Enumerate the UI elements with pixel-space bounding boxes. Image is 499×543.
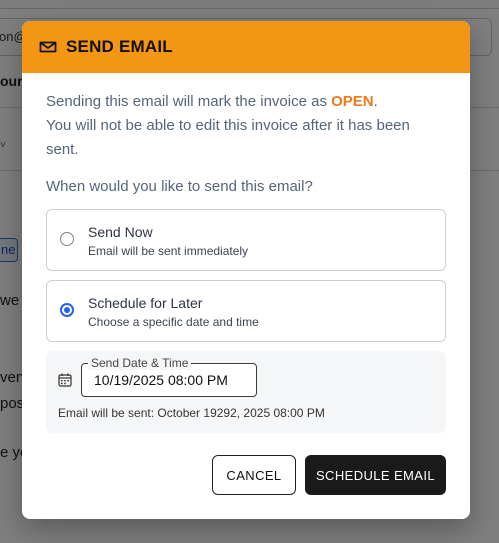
schedule-later-subtitle: Choose a specific date and time	[88, 315, 259, 329]
dialog-actions: CANCEL SCHEDULE EMAIL	[212, 455, 446, 495]
send-now-radio[interactable]	[60, 232, 74, 246]
send-now-subtitle: Email will be sent immediately	[88, 244, 249, 258]
warning-text: Sending this email will mark the invoice…	[46, 90, 446, 162]
status-word: OPEN	[331, 93, 374, 110]
warning-suffix: .	[373, 93, 378, 110]
warning-prefix: Sending this email will mark the invoice…	[46, 93, 332, 110]
warning-line-2: You will not be able to edit this invoic…	[46, 117, 410, 158]
send-now-title: Send Now	[88, 224, 153, 240]
option-schedule-later[interactable]: Schedule for Later Choose a specific dat…	[46, 280, 446, 342]
send-email-dialog: SEND EMAIL Sending this email will mark …	[22, 21, 470, 519]
schedule-email-button[interactable]: SCHEDULE EMAIL	[305, 455, 446, 495]
schedule-panel: Send Date & Time Email will be sent: Oct…	[46, 351, 446, 433]
dialog-title: SEND EMAIL	[66, 37, 173, 56]
send-datetime-input[interactable]	[94, 372, 244, 388]
option-send-now[interactable]: Send Now Email will be sent immediately	[46, 209, 446, 271]
send-datetime-label: Send Date & Time	[88, 356, 192, 370]
send-datetime-field[interactable]: Send Date & Time	[81, 356, 257, 397]
calendar-icon[interactable]	[58, 373, 72, 387]
dialog-header: SEND EMAIL	[22, 21, 470, 73]
schedule-later-title: Schedule for Later	[88, 295, 203, 311]
dialog-body: Sending this email will mark the invoice…	[22, 73, 470, 433]
schedule-later-radio[interactable]	[60, 303, 74, 317]
send-time-question: When would you like to send this email?	[46, 178, 313, 195]
cancel-button[interactable]: CANCEL	[212, 455, 296, 495]
mail-send-icon	[39, 41, 57, 53]
scheduled-time-summary: Email will be sent: October 19292, 2025 …	[58, 406, 325, 420]
